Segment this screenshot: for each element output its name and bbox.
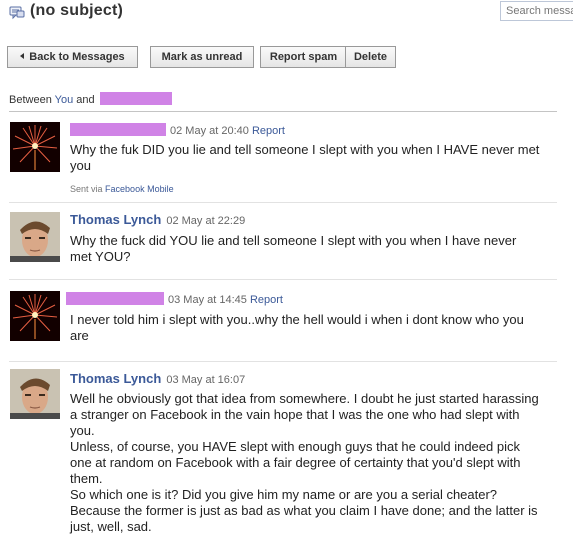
- message-time: 02 May at 22:29: [166, 215, 246, 227]
- report-spam-button[interactable]: Report spam: [260, 46, 346, 68]
- back-arrow-icon: [20, 53, 25, 59]
- delete-button[interactable]: Delete: [345, 46, 396, 68]
- avatar[interactable]: [10, 212, 60, 262]
- avatar[interactable]: [10, 369, 60, 419]
- mark-as-unread-button[interactable]: Mark as unread: [150, 46, 254, 68]
- message-meta: Thomas Lynch 02 May at 22:29: [70, 212, 245, 227]
- message-time: 03 May at 16:07: [166, 374, 246, 386]
- redacted-sender: [66, 292, 164, 305]
- back-to-messages-button[interactable]: Back to Messages: [7, 46, 138, 68]
- message-paragraph: Unless, of course, you HAVE slept with e…: [70, 439, 521, 486]
- report-link[interactable]: Report: [250, 294, 283, 306]
- participants-line: Between You and: [9, 92, 172, 106]
- message-meta: 02 May at 20:40 Report: [70, 123, 285, 137]
- page-header: (no subject) Search messages: [0, 0, 573, 28]
- sender-name[interactable]: Thomas Lynch: [70, 371, 161, 386]
- message-toolbar: Back to Messages Mark as unread Report s…: [0, 38, 573, 68]
- page-title: (no subject): [30, 2, 124, 19]
- divider: [9, 111, 557, 112]
- participant-you-link[interactable]: You: [55, 94, 74, 106]
- sender-name[interactable]: Thomas Lynch: [70, 212, 161, 227]
- sent-via: Sent via Facebook Mobile: [70, 184, 174, 194]
- avatar[interactable]: [10, 291, 60, 341]
- message-body: Why the fuk DID you lie and tell someone…: [70, 142, 540, 173]
- message-time: 02 May at 20:40: [170, 125, 249, 137]
- divider: [9, 202, 557, 203]
- message-body: Well he obviously got that idea from som…: [70, 391, 540, 535]
- message-meta: 03 May at 14:45 Report: [66, 292, 283, 306]
- message-body: Why the fuck did YOU lie and tell someon…: [70, 233, 517, 264]
- redacted-sender: [70, 123, 166, 136]
- divider: [9, 279, 557, 280]
- search-input[interactable]: Search messages: [500, 1, 573, 21]
- message-time: 03 May at 14:45: [168, 294, 247, 306]
- facebook-mobile-link[interactable]: Facebook Mobile: [105, 184, 174, 194]
- avatar[interactable]: [10, 122, 60, 172]
- message-icon: [9, 5, 25, 21]
- message-paragraph: Well he obviously got that idea from som…: [70, 391, 539, 438]
- report-link[interactable]: Report: [252, 125, 285, 137]
- redacted-participant: [99, 92, 172, 105]
- message-paragraph: So which one is it? Did you give him my …: [70, 487, 538, 534]
- message-body: I never told him i slept with you..why t…: [70, 312, 524, 343]
- message-meta: Thomas Lynch 03 May at 16:07: [70, 371, 245, 386]
- divider: [9, 361, 557, 362]
